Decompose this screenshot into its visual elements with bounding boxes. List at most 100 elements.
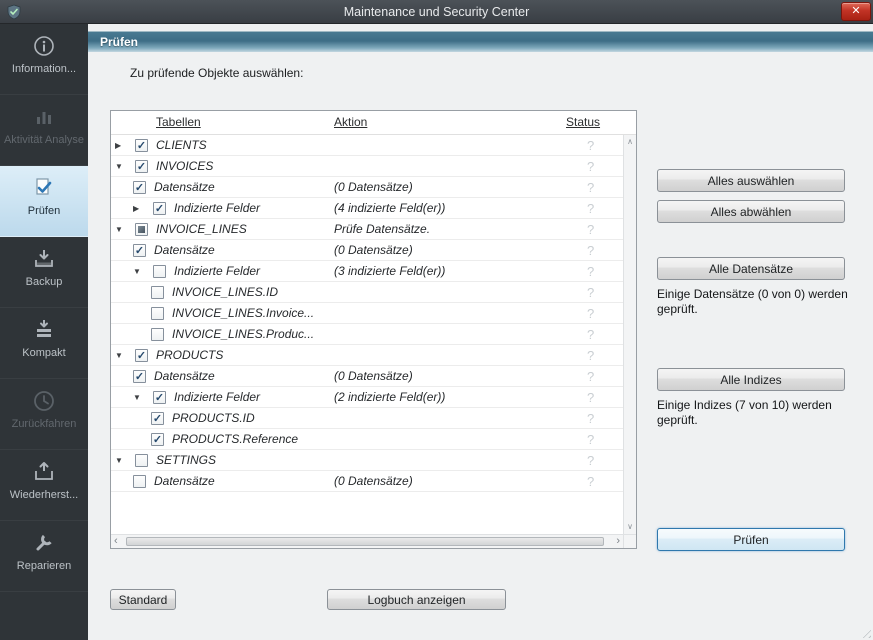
close-button[interactable]: ✕ xyxy=(841,2,871,21)
row-label: INVOICE_LINES.Invoice... xyxy=(172,306,314,320)
expander-expanded-icon[interactable]: ▼ xyxy=(133,393,153,402)
select-all-button[interactable]: Alles auswählen xyxy=(657,169,845,192)
scroll-down-icon[interactable]: ∨ xyxy=(624,521,636,533)
column-header-tabellen[interactable]: Tabellen xyxy=(156,115,201,129)
row-checkbox-unchecked[interactable] xyxy=(151,328,164,341)
scroll-right-icon[interactable]: › xyxy=(616,535,620,547)
horizontal-scrollbar[interactable]: ‹ › xyxy=(111,534,623,548)
sidebar-item-backup[interactable]: Backup xyxy=(0,237,88,308)
table-row[interactable]: ▼ SETTINGS? xyxy=(111,450,623,471)
objects-table: Tabellen Aktion Status ▶✓CLIENTS?▼✓INVOI… xyxy=(110,110,637,549)
sidebar-item-label: Zurückfahren xyxy=(10,418,79,430)
row-label: INVOICE_LINES.Produc... xyxy=(172,327,314,341)
all-indexes-button[interactable]: Alle Indizes xyxy=(657,368,845,391)
table-row[interactable]: INVOICE_LINES.Invoice...? xyxy=(111,303,623,324)
expander-expanded-icon[interactable]: ▼ xyxy=(133,267,153,276)
table-row[interactable]: ▼Indizierte Felder(3 indizierte Feld(er)… xyxy=(111,261,623,282)
rollback-clock-icon xyxy=(31,388,57,414)
row-checkbox-unchecked[interactable] xyxy=(153,265,166,278)
vertical-scrollbar[interactable]: ∧ ∨ xyxy=(623,135,636,534)
expander-expanded-icon[interactable]: ▼ xyxy=(115,162,135,171)
row-status: ? xyxy=(587,366,594,387)
scroll-up-icon[interactable]: ∧ xyxy=(624,136,636,148)
deselect-all-button[interactable]: Alles abwählen xyxy=(657,200,845,223)
sidebar-item-pruefen[interactable]: Prüfen xyxy=(0,166,88,237)
row-checkbox-checked[interactable]: ✓ xyxy=(133,181,146,194)
sidebar-item-label: Wiederherst... xyxy=(8,489,80,501)
sidebar-item-kompakt[interactable]: Kompakt xyxy=(0,308,88,379)
table-row[interactable]: ▼✓Indizierte Felder(2 indizierte Feld(er… xyxy=(111,387,623,408)
show-log-button[interactable]: Logbuch anzeigen xyxy=(327,589,506,610)
table-row[interactable]: ✓ PRODUCTS.ID? xyxy=(111,408,623,429)
compact-icon xyxy=(31,317,57,343)
row-action: (0 Datensätze) xyxy=(334,366,413,387)
sidebar: Information... Aktivität Analyse Prüfen xyxy=(0,24,88,640)
column-header-aktion[interactable]: Aktion xyxy=(334,115,367,129)
row-label: SETTINGS xyxy=(156,453,216,467)
expander-expanded-icon[interactable]: ▼ xyxy=(115,225,135,234)
horizontal-scroll-thumb[interactable] xyxy=(126,537,604,546)
row-status: ? xyxy=(587,471,594,492)
table-row[interactable]: INVOICE_LINES.Produc...? xyxy=(111,324,623,345)
title-bar[interactable]: Maintenance und Security Center ✕ xyxy=(0,0,873,24)
table-row[interactable]: Datensätze(0 Datensätze)? xyxy=(111,471,623,492)
sidebar-item-label: Information... xyxy=(10,63,78,75)
table-row[interactable]: ✓Datensätze(0 Datensätze)? xyxy=(111,240,623,261)
row-checkbox-checked[interactable]: ✓ xyxy=(153,391,166,404)
row-checkbox-unchecked[interactable] xyxy=(133,475,146,488)
standard-button[interactable]: Standard xyxy=(110,589,176,610)
row-status: ? xyxy=(587,408,594,429)
expander-collapsed-icon[interactable]: ▶ xyxy=(133,204,153,213)
row-action: (3 indizierte Feld(er)) xyxy=(334,261,445,282)
row-label: Datensätze xyxy=(154,474,215,488)
checkbox-mixed-fill xyxy=(138,226,145,233)
row-checkbox-unchecked[interactable] xyxy=(151,307,164,320)
sidebar-item-zurueckfahren: Zurückfahren xyxy=(0,379,88,450)
table-header-row: Tabellen Aktion Status xyxy=(111,111,636,135)
row-checkbox-unchecked[interactable] xyxy=(135,454,148,467)
activity-icon xyxy=(31,104,57,130)
expander-expanded-icon[interactable]: ▼ xyxy=(115,456,135,465)
row-label: Datensätze xyxy=(154,369,215,383)
row-checkbox-checked[interactable]: ✓ xyxy=(135,160,148,173)
scroll-left-icon[interactable]: ‹ xyxy=(114,535,118,547)
table-row[interactable]: ▼✓INVOICES? xyxy=(111,156,623,177)
row-label: Datensätze xyxy=(154,180,215,194)
maintenance-security-center-window: Maintenance und Security Center ✕ Inform… xyxy=(0,0,873,640)
row-checkbox-checked[interactable]: ✓ xyxy=(133,244,146,257)
sidebar-item-wiederherstellen[interactable]: Wiederherst... xyxy=(0,450,88,521)
table-row[interactable]: ▶✓CLIENTS? xyxy=(111,135,623,156)
row-action: (0 Datensätze) xyxy=(334,177,413,198)
table-row[interactable]: INVOICE_LINES.ID? xyxy=(111,282,623,303)
row-checkbox-checked[interactable]: ✓ xyxy=(151,412,164,425)
row-status: ? xyxy=(587,450,594,471)
row-status: ? xyxy=(587,429,594,450)
row-status: ? xyxy=(587,324,594,345)
row-status: ? xyxy=(587,219,594,240)
row-checkbox-checked[interactable]: ✓ xyxy=(151,433,164,446)
table-row[interactable]: ▶✓Indizierte Felder(4 indizierte Feld(er… xyxy=(111,198,623,219)
row-checkbox-unchecked[interactable] xyxy=(151,286,164,299)
row-label: PRODUCTS xyxy=(156,348,223,362)
sidebar-item-information[interactable]: Information... xyxy=(0,24,88,95)
table-row[interactable]: ✓Datensätze(0 Datensätze)? xyxy=(111,177,623,198)
table-row[interactable]: ✓PRODUCTS.Reference? xyxy=(111,429,623,450)
indexes-info-text: Einige Indizes (7 von 10) werden geprüft… xyxy=(657,398,849,428)
sidebar-item-reparieren[interactable]: Reparieren xyxy=(0,521,88,592)
row-checkbox-checked[interactable]: ✓ xyxy=(135,139,148,152)
row-checkbox-checked[interactable]: ✓ xyxy=(135,349,148,362)
row-label: INVOICE_LINES xyxy=(156,222,247,236)
backup-icon xyxy=(31,246,57,272)
row-checkbox-checked[interactable]: ✓ xyxy=(133,370,146,383)
expander-collapsed-icon[interactable]: ▶ xyxy=(115,141,135,150)
table-row[interactable]: ▼✓PRODUCTS? xyxy=(111,345,623,366)
table-row[interactable]: ▼INVOICE_LINESPrüfe Datensätze.? xyxy=(111,219,623,240)
column-header-status[interactable]: Status xyxy=(566,115,600,129)
row-checkbox-checked[interactable]: ✓ xyxy=(153,202,166,215)
row-label: PRODUCTS.ID xyxy=(172,411,255,425)
verify-button[interactable]: Prüfen xyxy=(657,528,845,551)
row-checkbox-mixed[interactable] xyxy=(135,223,148,236)
table-row[interactable]: ✓ Datensätze (0 Datensätze)? xyxy=(111,366,623,387)
all-records-button[interactable]: Alle Datensätze xyxy=(657,257,845,280)
expander-expanded-icon[interactable]: ▼ xyxy=(115,351,135,360)
